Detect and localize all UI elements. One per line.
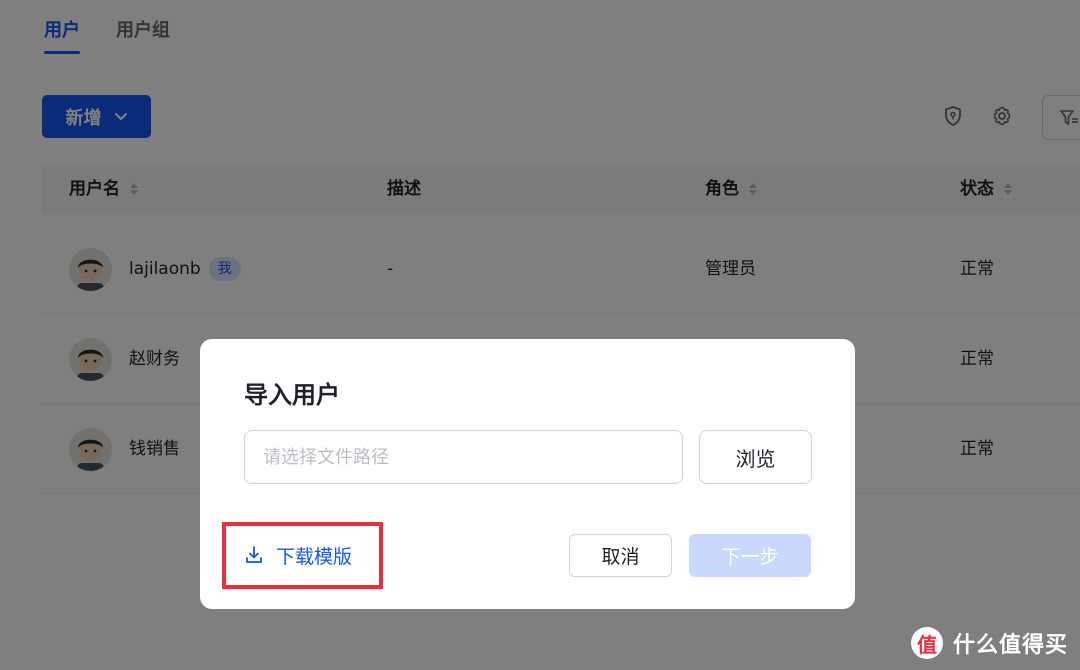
browse-button[interactable]: 浏览	[699, 430, 812, 484]
watermark-logo-icon: 值	[911, 627, 943, 659]
watermark-text: 什么值得买	[953, 633, 1069, 658]
cancel-button[interactable]: 取消	[569, 534, 672, 577]
dialog-title: 导入用户	[244, 381, 340, 409]
highlight-annotation-box	[222, 522, 383, 589]
next-step-button[interactable]: 下一步	[689, 534, 811, 577]
file-path-input[interactable]	[244, 430, 683, 484]
watermark: 值 什么值得买	[911, 625, 1068, 661]
